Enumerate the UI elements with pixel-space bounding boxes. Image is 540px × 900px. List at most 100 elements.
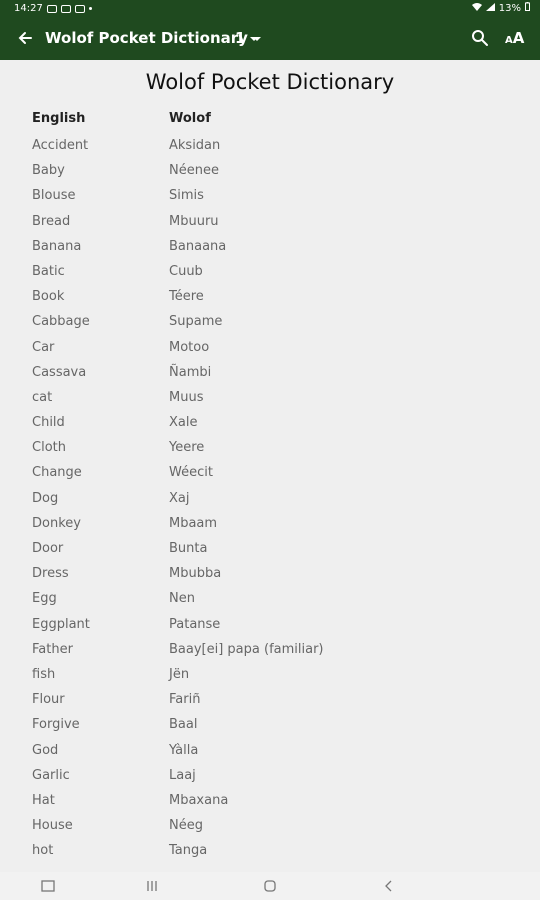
dictionary-row: Accident Aksidan (0, 136, 540, 161)
dictionary-row: Garlic Laaj (0, 766, 540, 791)
page-number: 1 (235, 29, 246, 47)
dictionary-row: Bread Mbuuru (0, 212, 540, 237)
dictionary-row: Door Bunta (0, 539, 540, 564)
english-word: Banana (32, 238, 82, 254)
english-word: Cabbage (32, 314, 90, 330)
english-word: Cloth (32, 440, 66, 456)
arrow-left-icon (18, 32, 32, 44)
document-selector[interactable]: Wolof Pocket Dictionary (45, 27, 261, 49)
notification-icon (60, 4, 71, 13)
status-right: 13% (471, 0, 530, 17)
english-word: Egg (32, 591, 57, 607)
dictionary-row: Batic Cuub (0, 262, 540, 287)
chevron-left-icon (385, 880, 392, 892)
wolof-word: Yàlla (169, 742, 199, 758)
dictionary-row: Donkey Mbaam (0, 514, 540, 539)
recent-apps-button[interactable] (40, 878, 56, 894)
wolof-word: Patanse (169, 616, 221, 632)
wolof-word: Wéecit (169, 465, 213, 481)
english-word: Father (32, 641, 73, 657)
document-title: Wolof Pocket Dictionary (145, 70, 395, 94)
dictionary-row: Hat Mbaxana (0, 791, 540, 816)
notification-icon (46, 4, 57, 13)
wolof-word: Jën (169, 666, 190, 682)
english-word: Cassava (32, 364, 87, 380)
english-word: Baby (32, 163, 65, 179)
wolof-word: Nen (169, 591, 195, 607)
wolof-word: Mbubba (169, 566, 222, 582)
english-word: Garlic (32, 767, 70, 783)
dictionary-row: hot Tanga (0, 841, 540, 866)
dictionary-row: Cloth Yeere (0, 438, 540, 463)
dictionary-row: Book Téere (0, 287, 540, 312)
wolof-word: Supame (169, 314, 223, 330)
page-selector[interactable]: 1 (235, 27, 259, 49)
english-word: Flour (32, 692, 65, 708)
header-wolof: Wolof (169, 111, 211, 126)
wolof-word: Téere (169, 289, 204, 305)
status-time: 14:27 (14, 3, 43, 14)
dictionary-row: Car Motoo (0, 338, 540, 363)
back-nav-button[interactable] (381, 878, 397, 894)
recents-button[interactable] (144, 878, 160, 894)
dictionary-row: Father Baay[ei] papa (familiar) (0, 640, 540, 665)
dictionary-row: Blouse Simis (0, 186, 540, 211)
dictionary-row: House Néeg (0, 816, 540, 841)
wolof-word: Néeg (169, 818, 203, 834)
wolof-word: Néenee (169, 163, 219, 179)
home-icon (264, 880, 276, 892)
wolof-word: Tanga (169, 843, 208, 859)
signal-icon (485, 0, 495, 17)
back-button[interactable] (14, 27, 36, 49)
wolof-word: Motoo (169, 339, 210, 355)
wolof-word: Fariñ (169, 692, 201, 708)
english-word: Book (32, 289, 65, 305)
wolof-word: Xaj (169, 490, 190, 506)
header-english: English (32, 111, 86, 126)
search-icon (472, 30, 488, 46)
font-size-button[interactable]: AA (505, 27, 527, 49)
wolof-word: Aksidan (169, 138, 221, 153)
english-word: cat (32, 389, 53, 405)
wolof-word: Bunta (169, 541, 208, 556)
dictionary-row: Forgive Baal (0, 715, 540, 740)
font-size-icon: AA (505, 29, 525, 47)
wolof-word: Mbuuru (169, 213, 219, 229)
dictionary-row: Baby Néenee (0, 161, 540, 186)
chevron-down-icon (250, 37, 259, 41)
wolof-word: Mbaam (169, 515, 218, 531)
dictionary-row: Cassava Ñambi (0, 363, 540, 388)
english-word: God (32, 742, 59, 758)
dictionary-list: Accident Aksidan Baby Néenee Blouse Simis Brea… (0, 136, 540, 866)
dictionary-row: Eggplant Patanse (0, 615, 540, 640)
screenshot-icon (41, 880, 55, 892)
dictionary-row: Banana Banaana (0, 237, 540, 262)
document-view[interactable]: Wolof Pocket Dictionary English Wolof Ac… (0, 60, 540, 872)
dictionary-row: Dress Mbubba (0, 564, 540, 589)
dictionary-row: fish Jën (0, 665, 540, 690)
table-header: English Wolof (0, 111, 540, 133)
image-icon (74, 4, 85, 13)
wifi-icon (471, 0, 482, 17)
dot-icon (88, 7, 92, 10)
dictionary-row: cat Muus (0, 388, 540, 413)
wolof-word: Baal (169, 717, 198, 733)
dictionary-row: God Yàlla (0, 741, 540, 766)
dictionary-row: Change Wéecit (0, 463, 540, 488)
dictionary-row: Cabbage Supame (0, 312, 540, 337)
wolof-word: Baay[ei] papa (familiar) (169, 641, 324, 657)
recents-icon (147, 881, 157, 891)
navigation-bar (0, 872, 540, 900)
english-word: Dress (32, 566, 69, 582)
app-bar: Wolof Pocket Dictionary 1 AA (0, 17, 540, 60)
english-word: Eggplant (32, 616, 90, 632)
wolof-word: Laaj (169, 767, 196, 783)
home-button[interactable] (262, 878, 278, 894)
battery-icon (525, 0, 530, 17)
dictionary-row: Dog Xaj (0, 489, 540, 514)
english-word: Child (32, 415, 65, 431)
english-word: fish (32, 666, 56, 682)
search-button[interactable] (470, 28, 490, 48)
wolof-word: Ñambi (169, 364, 212, 380)
english-word: Car (32, 339, 55, 355)
